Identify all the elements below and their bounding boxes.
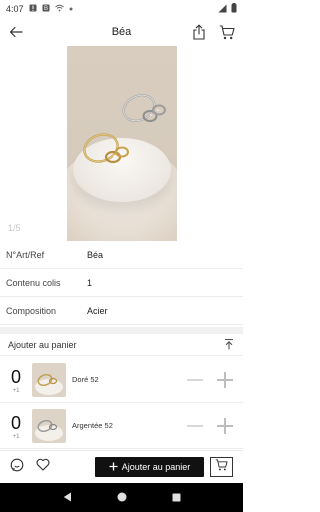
box-icon: B <box>42 4 50 14</box>
section-divider <box>0 327 243 334</box>
quantity-display: 0 +1 <box>0 366 32 394</box>
dot-icon <box>69 5 73 13</box>
bottom-action-bar: Ajouter au panier <box>0 450 243 483</box>
svg-text:B: B <box>44 6 48 12</box>
decrement-button[interactable] <box>187 378 203 381</box>
product-details: N°Art/Ref Béa Contenu colis 1 Compositio… <box>0 241 243 325</box>
rings-illustration <box>83 94 166 164</box>
favorite-heart-icon[interactable] <box>36 458 50 476</box>
detail-key: Composition <box>6 305 57 316</box>
alert-icon <box>29 4 37 14</box>
variant-thumbnail[interactable] <box>32 362 66 397</box>
nav-back-icon[interactable] <box>63 489 72 507</box>
cart-icon[interactable] <box>219 24 235 40</box>
variant-row-silver: 0 +1 Argentée 52 <box>0 403 243 449</box>
quantity-value: 0 <box>10 366 21 387</box>
increment-button[interactable] <box>217 371 233 388</box>
detail-row-composition: Composition Acier <box>0 297 243 325</box>
detail-value: Béa <box>87 249 104 260</box>
variant-label: Doré 52 <box>72 375 99 384</box>
add-to-cart-label: Ajouter au panier <box>121 462 191 472</box>
product-gallery[interactable]: 1/5 <box>0 46 243 241</box>
status-time: 4:07 <box>6 4 24 14</box>
page-title: Béa <box>111 26 132 38</box>
gallery-pager: 1/5 <box>8 223 21 233</box>
increment-button[interactable] <box>217 417 233 434</box>
quantity-unit: +1 <box>12 433 20 440</box>
detail-row-ref: N°Art/Ref Béa <box>0 241 243 269</box>
view-cart-button[interactable] <box>210 457 233 477</box>
quantity-stepper <box>187 417 243 434</box>
detail-row-package: Contenu colis 1 <box>0 269 243 297</box>
cart-section-header: Ajouter au panier <box>0 334 243 356</box>
battery-icon <box>231 3 237 15</box>
system-nav-bar <box>0 483 243 512</box>
nav-recents-icon[interactable] <box>172 489 181 507</box>
quantity-unit: +1 <box>12 387 20 394</box>
detail-value: Acier <box>87 305 108 316</box>
decrement-button[interactable] <box>187 424 203 427</box>
quantity-value: 0 <box>10 412 21 433</box>
variant-label: Argentée 52 <box>72 421 113 430</box>
app-bar: Béa <box>0 18 243 46</box>
product-photo[interactable] <box>67 46 177 241</box>
variant-row-gold: 0 +1 Doré 52 <box>0 357 243 403</box>
cart-icon <box>215 458 228 476</box>
variant-thumbnail[interactable] <box>32 408 66 443</box>
quantity-stepper <box>187 371 243 388</box>
chat-icon[interactable] <box>10 458 24 477</box>
detail-key: N°Art/Ref <box>6 249 45 260</box>
cart-section-title: Ajouter au panier <box>8 339 77 350</box>
back-arrow-icon[interactable] <box>8 24 24 40</box>
share-icon[interactable] <box>191 24 207 40</box>
wifi-off-icon <box>54 4 64 14</box>
scroll-top-icon[interactable] <box>223 338 235 352</box>
status-bar: 4:07 B <box>0 0 243 18</box>
plus-icon <box>109 462 118 473</box>
nav-home-icon[interactable] <box>117 489 127 507</box>
quantity-display: 0 +1 <box>0 412 32 440</box>
signal-icon <box>218 4 227 15</box>
add-to-cart-button[interactable]: Ajouter au panier <box>95 457 204 477</box>
detail-value: 1 <box>87 277 93 288</box>
detail-key: Contenu colis <box>6 277 61 288</box>
